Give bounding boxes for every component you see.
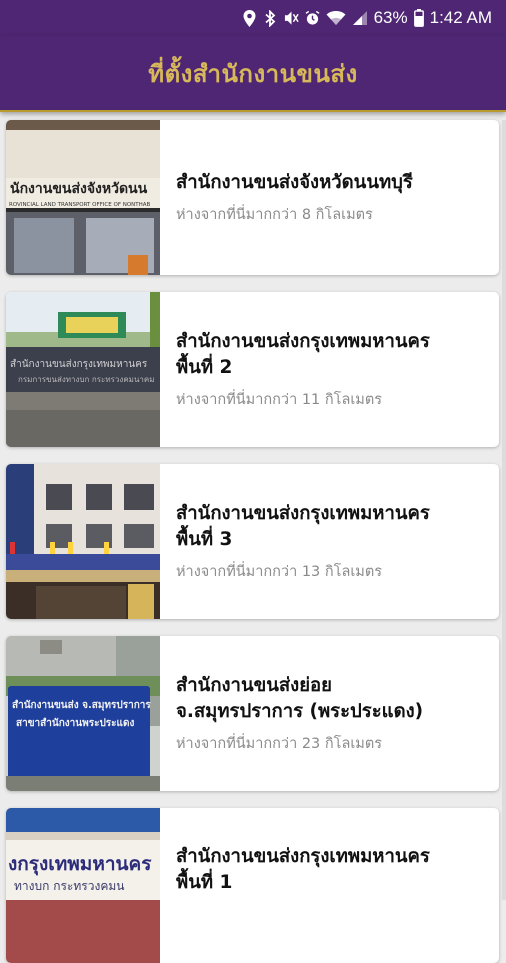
office-name: สำนักงานขนส่งกรุงเทพมหานคร พื้นที่ 3 — [176, 502, 430, 550]
photo-sign-text: งกรุงเทพมหานคร — [8, 853, 152, 876]
photo-sign-subtext: ทางบก กระทรวงคมน — [14, 879, 124, 893]
office-card[interactable]: งกรุงเทพมหานคร ทางบก กระทรวงคมน สำนักงาน… — [6, 808, 499, 963]
office-photo: งกรุงเทพมหานคร ทางบก กระทรวงคมน — [6, 808, 160, 963]
office-distance: ห่างจากที่นี่มากกว่า 8 กิโลเมตร — [176, 206, 373, 223]
office-distance: ห่างจากที่นี่มากกว่า 23 กิโลเมตร — [176, 735, 383, 752]
app-bar: ที่ตั้งสำนักงานขนส่ง — [0, 36, 506, 112]
scroll-track — [502, 120, 506, 900]
office-photo: นักงานขนส่งจังหวัดนน ROVINCIAL LAND TRAN… — [6, 120, 160, 275]
office-distance: ห่างจากที่นี่มากกว่า 13 กิโลเมตร — [176, 563, 383, 580]
office-card[interactable]: นักงานขนส่งจังหวัดนน ROVINCIAL LAND TRAN… — [6, 120, 499, 275]
office-card[interactable]: สำนักงานขนส่งกรุงเทพมหานคร กรมการขนส่งทา… — [6, 292, 499, 447]
battery-icon — [413, 9, 424, 27]
photo-sign-subtext: สาขาสำนักงานพระประแดง — [16, 717, 134, 729]
office-name: สำนักงานขนส่งย่อย จ.สมุทรปราการ (พระประแ… — [176, 674, 424, 722]
office-photo — [6, 464, 160, 619]
wifi-icon — [326, 9, 346, 27]
office-card[interactable]: สำนักงานขนส่งกรุงเทพมหานคร พื้นที่ 3 ห่า… — [6, 464, 499, 619]
clock: 1:42 AM — [429, 8, 492, 27]
office-photo: สำนักงานขนส่ง จ.สมุทรปราการ สาขาสำนักงาน… — [6, 636, 160, 791]
signal-icon — [352, 9, 368, 27]
page-title: ที่ตั้งสำนักงานขนส่ง — [148, 59, 358, 88]
photo-sign-subtext: ROVINCIAL LAND TRANSPORT OFFICE OF NONTH… — [9, 202, 151, 208]
status-bar: 63% 1:42 AM — [0, 0, 506, 36]
photo-sign-subtext: กรมการขนส่งทางบก กระทรวงคมนาคม — [18, 375, 155, 384]
office-distance: ห่างจากที่นี่มากกว่า 11 กิโลเมตร — [176, 391, 383, 408]
bluetooth-icon — [263, 9, 278, 27]
mute-icon — [284, 9, 299, 27]
photo-sign-text: นักงานขนส่งจังหวัดนน — [10, 181, 148, 197]
photo-sign-text: สำนักงานขนส่ง จ.สมุทรปราการ — [12, 699, 151, 711]
office-photo: สำนักงานขนส่งกรุงเทพมหานคร กรมการขนส่งทา… — [6, 292, 160, 447]
office-name: สำนักงานขนส่งกรุงเทพมหานคร พื้นที่ 1 — [176, 846, 430, 893]
office-name: สำนักงานขนส่งจังหวัดนนทบุรี — [176, 171, 413, 193]
office-name: สำนักงานขนส่งกรุงเทพมหานคร พื้นที่ 2 — [176, 330, 430, 378]
office-card[interactable]: สำนักงานขนส่ง จ.สมุทรปราการ สาขาสำนักงาน… — [6, 636, 499, 791]
photo-sign-text: สำนักงานขนส่งกรุงเทพมหานคร — [10, 359, 148, 370]
alarm-icon — [305, 9, 320, 27]
location-icon — [242, 9, 257, 27]
battery-percent: 63% — [373, 8, 408, 27]
